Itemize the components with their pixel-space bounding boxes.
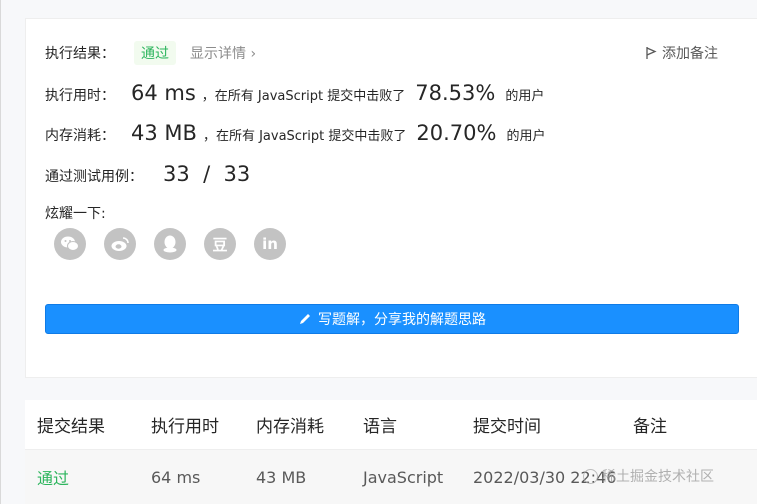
watermark: 稀土掘金技术社区 [583,466,714,486]
runtime-value: 64 ms [131,81,196,105]
row-runtime: 64 ms [151,467,201,487]
add-note-label: 添加备注 [662,46,718,62]
header-note: 备注 [633,417,667,437]
header-language: 语言 [363,417,397,437]
share-row-label: 炫耀一下: [45,203,106,223]
runtime-label: 执行用时： [45,88,115,104]
write-solution-button[interactable]: 写题解，分享我的解题思路 [45,304,739,334]
memory-suffix: 的用户 [506,129,546,144]
tests-label: 通过测试用例： [45,169,143,185]
memory-row: 内存消耗： 43 MB ，在所有 JavaScript 提交中击败了 20.70… [45,121,545,145]
douban-icon[interactable]: 豆 [204,228,236,260]
douban-glyph: 豆 [212,235,228,254]
wechat-icon[interactable] [54,228,86,260]
header-submit-time: 提交时间 [473,417,541,437]
row-memory: 43 MB [256,467,307,487]
result-label: 执行结果： [45,46,115,62]
table-header: 提交结果 执行用时 内存消耗 语言 提交时间 备注 [25,400,757,450]
flag-icon [646,47,657,59]
memory-beat-text: ，在所有 JavaScript 提交中击败了 [202,129,407,144]
memory-label: 内存消耗： [45,128,115,144]
submission-result-page: 执行结果： 通过 显示详情 › 添加备注 执行用时： 64 ms ，在所有 Ja… [0,0,757,504]
memory-percent: 20.70% [416,121,497,145]
header-memory: 内存消耗 [256,417,324,437]
memory-value: 43 MB [131,121,197,145]
header-runtime: 执行用时 [151,417,219,437]
linkedin-glyph: in [262,235,278,253]
pencil-icon [300,314,310,324]
result-card: 执行结果： 通过 显示详情 › 添加备注 执行用时： 64 ms ，在所有 Ja… [25,18,757,378]
runtime-suffix: 的用户 [505,89,545,104]
share-label: 炫耀一下: [45,206,106,222]
tests-value: 33 / 33 [163,162,251,186]
write-solution-label: 写题解，分享我的解题思路 [318,312,486,328]
left-divider [0,0,1,504]
show-details-link[interactable]: 显示详情 › [190,43,256,63]
submissions-table: 提交结果 执行用时 内存消耗 语言 提交时间 备注 通过 64 ms 43 MB… [25,400,757,504]
status-badge: 通过 [134,41,176,65]
tests-row: 通过测试用例： 33 / 33 [45,162,250,186]
share-icons: 豆 in [54,228,286,260]
linkedin-icon[interactable]: in [254,228,286,260]
weibo-icon[interactable] [104,228,136,260]
watermark-text: 稀土掘金技术社区 [602,469,714,485]
row-language: JavaScript [363,467,444,487]
row-status-link[interactable]: 通过 [37,450,69,504]
qq-icon[interactable] [154,228,186,260]
runtime-percent: 78.53% [415,81,496,105]
result-row: 执行结果： [45,43,115,63]
add-note-button[interactable]: 添加备注 [644,43,718,63]
watermark-logo-icon [583,468,598,484]
runtime-beat-text: ，在所有 JavaScript 提交中击败了 [201,89,406,104]
header-status: 提交结果 [37,417,105,437]
runtime-row: 执行用时： 64 ms ，在所有 JavaScript 提交中击败了 78.53… [45,81,544,105]
